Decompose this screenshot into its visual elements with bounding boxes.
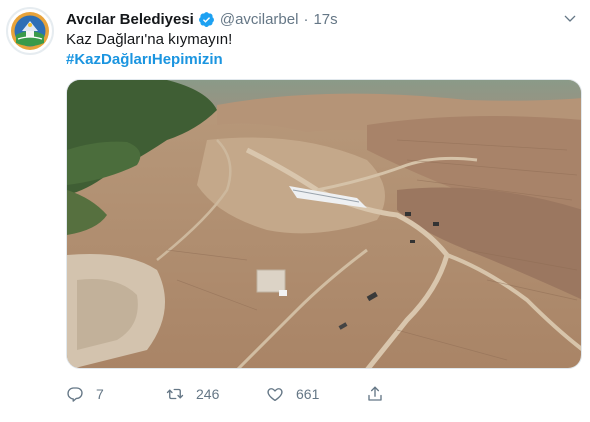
share-button[interactable] bbox=[366, 385, 406, 403]
reply-icon bbox=[67, 387, 83, 402]
share-icon bbox=[368, 386, 382, 401]
like-count: 661 bbox=[296, 386, 320, 402]
author-name[interactable]: Avcılar Belediyesi bbox=[66, 11, 194, 28]
tweet-header: Avcılar Belediyesi @avcilarbel · 17s bbox=[66, 9, 580, 29]
municipality-logo-icon bbox=[9, 10, 51, 52]
retweet-count: 246 bbox=[196, 386, 220, 402]
tweet-timestamp[interactable]: 17s bbox=[313, 11, 337, 28]
tweet-body: Kaz Dağları'na kıymayın! bbox=[66, 31, 233, 48]
retweet-icon bbox=[166, 388, 184, 400]
heart-icon bbox=[267, 388, 283, 402]
tweet-text: Kaz Dağları'na kıymayın! #KazDağlarıHepi… bbox=[66, 30, 580, 70]
avatar[interactable] bbox=[6, 7, 54, 55]
reply-button[interactable]: 7 bbox=[66, 385, 166, 403]
verified-badge-icon bbox=[198, 11, 215, 28]
tweet[interactable]: Avcılar Belediyesi @avcilarbel · 17s Kaz… bbox=[0, 0, 590, 422]
aerial-landscape-image bbox=[67, 80, 581, 368]
like-button[interactable]: 661 bbox=[266, 385, 366, 403]
retweet-button[interactable]: 246 bbox=[166, 385, 266, 403]
reply-count: 7 bbox=[96, 386, 104, 402]
tweet-photo[interactable] bbox=[66, 79, 582, 369]
tweet-actions: 7 246 661 bbox=[66, 380, 546, 408]
hashtag-link[interactable]: #KazDağlarıHepimizin bbox=[66, 50, 580, 70]
separator-dot: · bbox=[303, 10, 309, 28]
author-handle[interactable]: @avcilarbel bbox=[220, 11, 299, 28]
chevron-down-icon[interactable] bbox=[560, 9, 580, 29]
